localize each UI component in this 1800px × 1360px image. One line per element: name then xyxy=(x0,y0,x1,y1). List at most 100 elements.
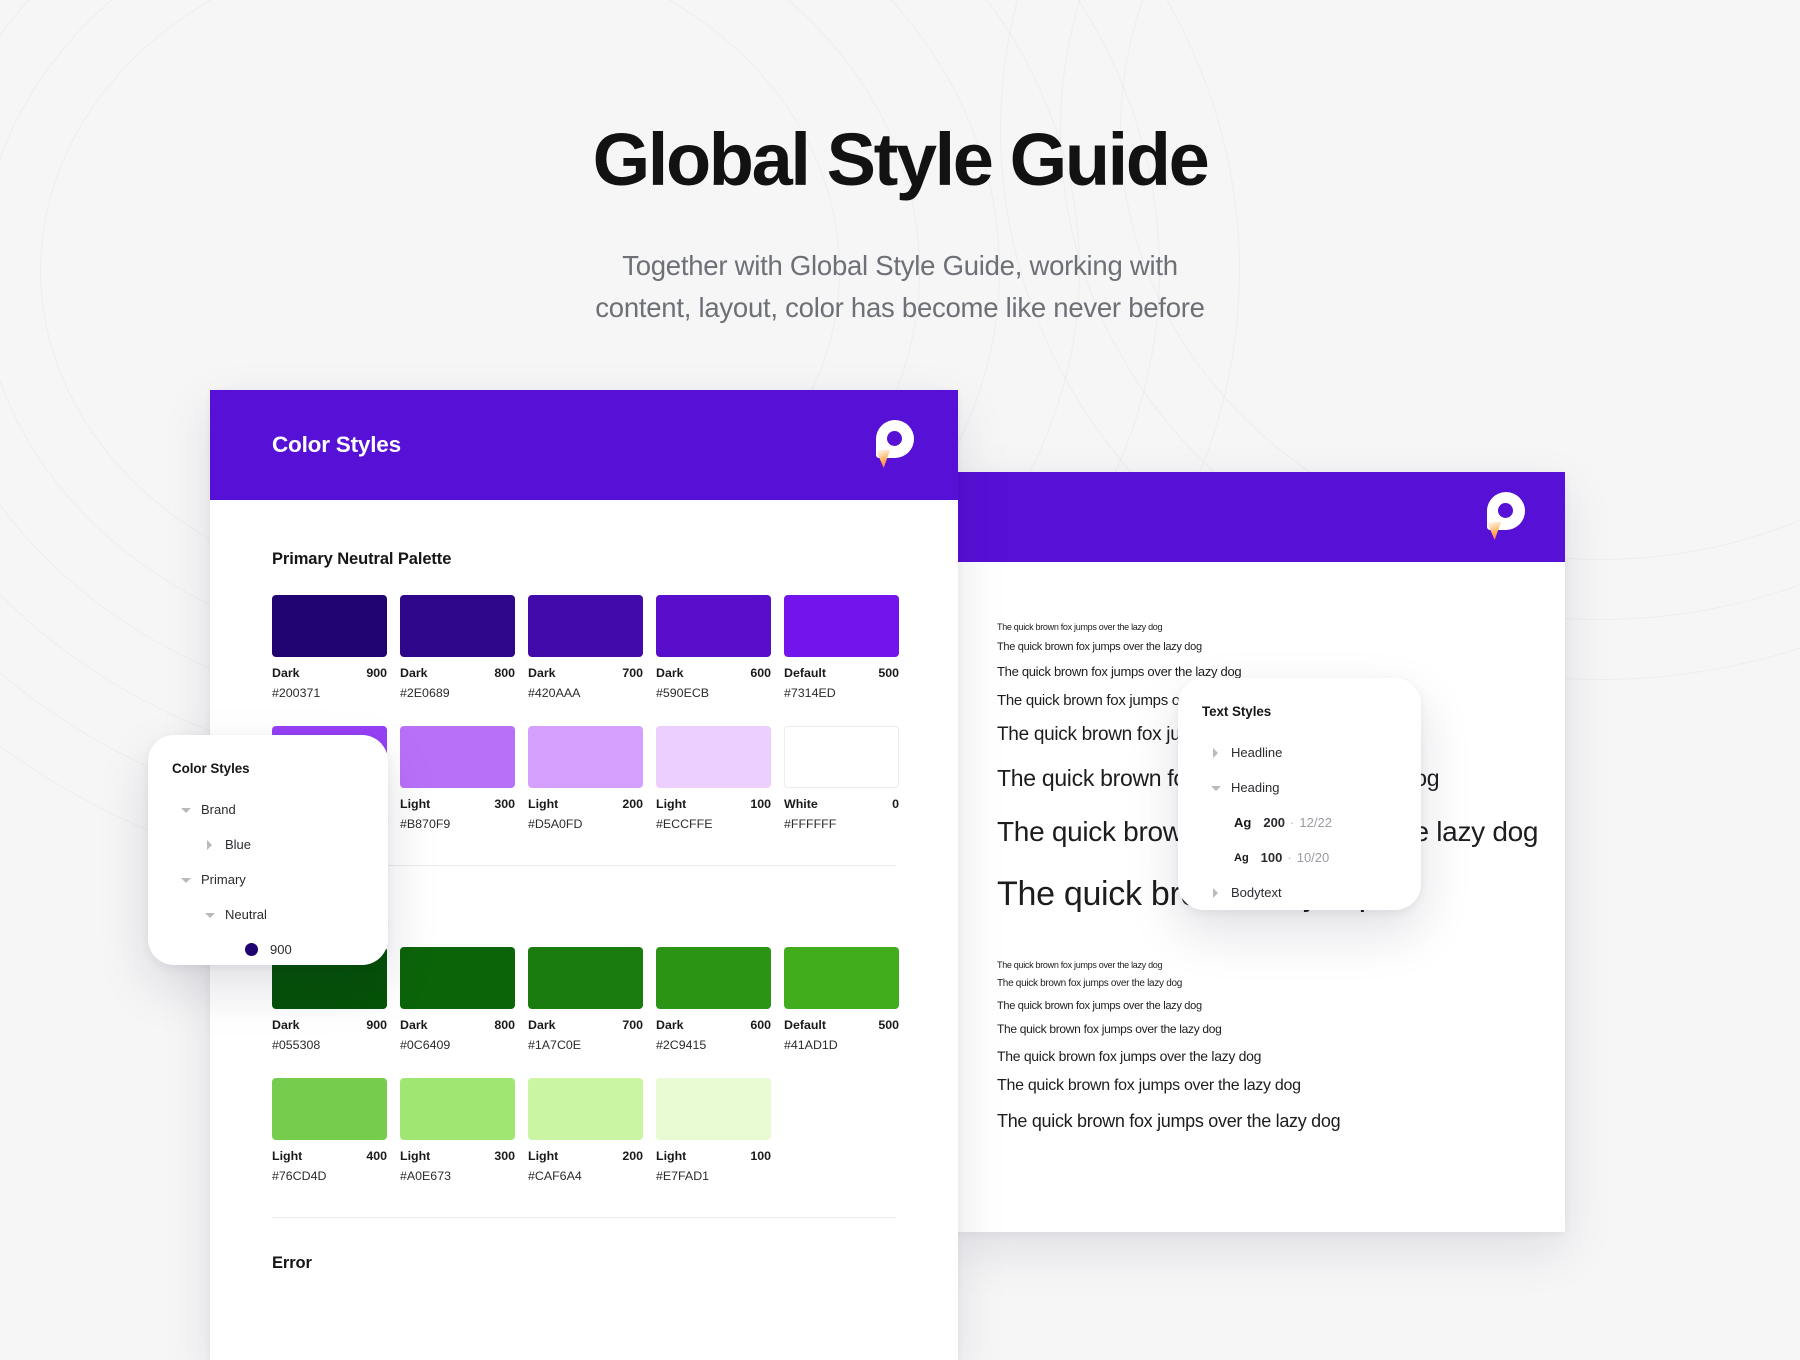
tree-item-neutral[interactable]: Neutral xyxy=(172,897,364,932)
swatch-chip[interactable] xyxy=(528,726,643,788)
tree-item-headline[interactable]: Headline xyxy=(1202,735,1399,770)
color-swatch[interactable]: Dark 800 #2E0689 xyxy=(400,595,515,700)
swatch-hex: #ECCFFE xyxy=(656,817,713,831)
swatch-chip[interactable] xyxy=(528,1078,643,1140)
ag-specimen: Ag xyxy=(1234,851,1249,864)
swatch-chip[interactable] xyxy=(784,595,899,657)
swatch-chip[interactable] xyxy=(656,947,771,1009)
color-swatch[interactable]: Light 200 #D5A0FD xyxy=(528,726,643,831)
swatch-meta: Dark 900 xyxy=(272,1018,387,1032)
swatch-name: Light xyxy=(656,797,687,811)
tree-item-blue[interactable]: Blue xyxy=(172,827,364,862)
swatch-meta: White 0 xyxy=(784,797,899,811)
swatch-meta: Dark 600 xyxy=(656,1018,771,1032)
color-swatch[interactable]: Light 300 #A0E673 xyxy=(400,1078,515,1183)
swatch-step: 800 xyxy=(494,666,515,680)
ag-specimen: Ag xyxy=(1234,815,1252,830)
tree-item-primary[interactable]: Primary xyxy=(172,862,364,897)
tree-item-heading[interactable]: Heading xyxy=(1202,770,1399,805)
color-swatch[interactable]: Light 400 #76CD4D xyxy=(272,1078,387,1183)
caret-down-icon[interactable] xyxy=(204,909,216,921)
swatch-meta: Light 100 xyxy=(656,797,771,811)
color-swatch[interactable]: Light 200 #CAF6A4 xyxy=(528,1078,643,1183)
swatch-step: 900 xyxy=(366,1018,387,1032)
swatch-meta: Dark 700 xyxy=(528,666,643,680)
swatch-meta: Dark 600 xyxy=(656,666,771,680)
swatch-meta: Dark 700 xyxy=(528,1018,643,1032)
swatch-chip[interactable] xyxy=(656,595,771,657)
color-swatch[interactable]: Light 100 #E7FAD1 xyxy=(656,1078,771,1183)
text-sample-line: The quick brown fox jumps over the lazy … xyxy=(997,978,1182,990)
swatch-name: Light xyxy=(528,1149,559,1163)
text-sample-line: The quick brown fox jumps over the lazy … xyxy=(997,999,1202,1012)
text-styles-tree-popover[interactable]: Text Styles Headline Heading Ag 200 · 12/22 Ag… xyxy=(1178,678,1421,910)
swatch-chip[interactable] xyxy=(528,595,643,657)
caret-down-icon[interactable] xyxy=(180,804,192,816)
swatch-name: Default xyxy=(784,1018,826,1032)
text-sample-line: The quick brown fox jumps over the lazy … xyxy=(997,622,1163,632)
swatch-step: 100 xyxy=(750,1149,771,1163)
swatch-meta: Light 200 xyxy=(528,1149,643,1163)
swatch-chip[interactable] xyxy=(528,947,643,1009)
color-swatch[interactable]: Dark 700 #420AAA xyxy=(528,595,643,700)
swatch-hex: #E7FAD1 xyxy=(656,1169,710,1183)
tree-item-label: Bodytext xyxy=(1231,885,1282,900)
swatch-chip[interactable] xyxy=(784,947,899,1009)
swatch-chip[interactable] xyxy=(400,1078,515,1140)
color-swatch[interactable]: Default 500 #7314ED xyxy=(784,595,899,700)
swatch-hex: #A0E673 xyxy=(400,1169,451,1183)
swatch-chip[interactable] xyxy=(656,1078,771,1140)
tree-item-900[interactable]: 900 xyxy=(172,932,364,965)
color-swatch[interactable]: Dark 800 #0C6409 xyxy=(400,947,515,1052)
tree-item-label: 900 xyxy=(270,942,292,957)
caret-down-icon[interactable] xyxy=(1210,782,1222,794)
swatch-name: Light xyxy=(400,797,431,811)
caret-right-icon[interactable] xyxy=(1210,887,1222,899)
swatch-name: Light xyxy=(272,1149,303,1163)
swatch-step: 300 xyxy=(494,1149,515,1163)
swatch-hex: #590ECB xyxy=(656,686,710,700)
swatch-name: Dark xyxy=(656,1018,684,1032)
heading-variant-100[interactable]: Ag 100 · 10/20 xyxy=(1202,840,1399,875)
color-swatch[interactable]: White 0 #FFFFFF xyxy=(784,726,899,831)
color-dot-icon xyxy=(245,943,258,956)
color-card-title: Color Styles xyxy=(272,432,401,457)
swatch-row: Light 400 #76CD4D Light 300 #A0E673 Light 200 #C… xyxy=(272,1078,896,1183)
color-swatch[interactable]: Dark 700 #1A7C0E xyxy=(528,947,643,1052)
color-swatch[interactable]: Light 100 #ECCFFE xyxy=(656,726,771,831)
color-swatch[interactable]: Light 300 #B870F9 xyxy=(400,726,515,831)
color-swatch[interactable]: Dark 900 #200371 xyxy=(272,595,387,700)
color-swatch[interactable]: Dark 600 #590ECB xyxy=(656,595,771,700)
caret-none-icon[interactable] xyxy=(224,944,236,956)
color-styles-tree-popover[interactable]: Color Styles Brand Blue Primary Neutral 900 xyxy=(148,735,388,965)
heading-variant-200[interactable]: Ag 200 · 12/22 xyxy=(1202,805,1399,840)
tree-item-brand[interactable]: Brand xyxy=(172,792,364,827)
caret-down-icon[interactable] xyxy=(180,874,192,886)
variant-size: 100 xyxy=(1260,850,1283,865)
text-sample-line: The quick brown fox jumps over the lazy … xyxy=(997,1111,1341,1132)
swatch-name: Dark xyxy=(272,1018,300,1032)
swatch-name: White xyxy=(784,797,818,811)
swatch-chip[interactable] xyxy=(272,595,387,657)
color-swatch[interactable]: Default 500 #41AD1D xyxy=(784,947,899,1052)
swatch-hex: #1A7C0E xyxy=(528,1038,582,1052)
swatch-chip[interactable] xyxy=(400,595,515,657)
tree-item-label: Headline xyxy=(1231,745,1283,760)
swatch-step: 200 xyxy=(622,1149,643,1163)
swatch-hex: #420AAA xyxy=(528,686,581,700)
swatch-chip[interactable] xyxy=(400,947,515,1009)
color-swatch[interactable]: Dark 600 #2C9415 xyxy=(656,947,771,1052)
swatch-meta: Light 300 xyxy=(400,1149,515,1163)
swatch-name: Light xyxy=(400,1149,431,1163)
swatch-chip[interactable] xyxy=(784,726,899,788)
swatch-step: 500 xyxy=(878,666,899,680)
text-sample-line: The quick brown fox jumps over the lazy … xyxy=(997,959,1163,970)
swatch-chip[interactable] xyxy=(272,1078,387,1140)
swatch-chip[interactable] xyxy=(400,726,515,788)
caret-right-icon[interactable] xyxy=(1210,747,1222,759)
swatch-hex: #76CD4D xyxy=(272,1169,327,1183)
caret-right-icon[interactable] xyxy=(204,839,216,851)
swatch-chip[interactable] xyxy=(656,726,771,788)
tree-item-bodytext[interactable]: Bodytext xyxy=(1202,875,1399,910)
page-title: Global Style Guide xyxy=(592,118,1210,201)
